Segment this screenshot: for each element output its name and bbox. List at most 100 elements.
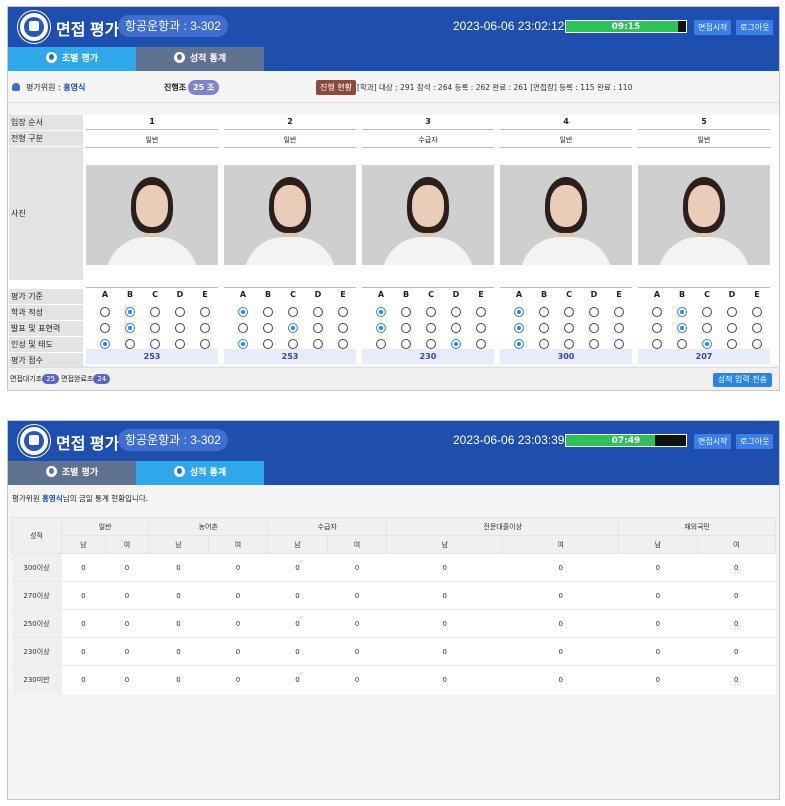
grade-radio[interactable] (338, 323, 348, 333)
grade-radio[interactable] (401, 323, 411, 333)
grade-radio[interactable] (288, 307, 298, 317)
candidate-score: 207 (638, 349, 770, 364)
table-cell: 0 (148, 665, 209, 694)
grade-radio[interactable] (338, 339, 348, 349)
grade-radio[interactable] (313, 323, 323, 333)
grade-radio[interactable] (150, 339, 160, 349)
grade-radio[interactable] (727, 307, 737, 317)
table-row: 230이상 0 0 0 0 0 0 0 0 0 0 (11, 637, 776, 666)
grade-letter: B (126, 290, 134, 299)
grade-radio[interactable] (476, 323, 486, 333)
grade-radio[interactable] (677, 339, 687, 349)
grade-radio[interactable] (376, 307, 386, 317)
grade-radio[interactable] (401, 339, 411, 349)
table-cell: 0 (61, 665, 106, 694)
grade-radio[interactable] (702, 339, 712, 349)
grade-radio[interactable] (702, 323, 712, 333)
grade-radio[interactable] (451, 323, 461, 333)
grade-radio[interactable] (200, 339, 210, 349)
tab-group-evaluation[interactable]: 조별 평가 (8, 461, 136, 485)
grade-radio[interactable] (451, 307, 461, 317)
grade-radio[interactable] (150, 307, 160, 317)
grade-radio[interactable] (100, 307, 110, 317)
grade-radio[interactable] (376, 339, 386, 349)
grade-radio[interactable] (564, 323, 574, 333)
grade-radio[interactable] (200, 307, 210, 317)
start-interview-button[interactable]: 면접시작 (694, 20, 732, 35)
grade-radio[interactable] (100, 323, 110, 333)
logout-button[interactable]: 로그아웃 (736, 20, 774, 35)
grade-radio[interactable] (677, 323, 687, 333)
tab-grade-stats[interactable]: 성적 통계 (136, 47, 264, 71)
grade-radio[interactable] (539, 323, 549, 333)
grade-letter: C (290, 290, 296, 299)
grade-radio[interactable] (727, 339, 737, 349)
grade-radio[interactable] (514, 323, 524, 333)
grade-radio[interactable] (514, 339, 524, 349)
grade-radio[interactable] (263, 323, 273, 333)
logout-button[interactable]: 로그아웃 (736, 434, 774, 449)
grade-radio[interactable] (702, 307, 712, 317)
grade-radio[interactable] (238, 323, 248, 333)
grade-radio[interactable] (589, 339, 599, 349)
grade-radio[interactable] (677, 307, 687, 317)
table-cell: 0 (502, 553, 619, 582)
col-group: 수급자 (267, 517, 388, 536)
table-cell: 0 (502, 665, 619, 694)
grade-radio[interactable] (752, 323, 762, 333)
grade-radio[interactable] (589, 323, 599, 333)
submit-grades-button[interactable]: 성적 입력 전송 (712, 373, 772, 387)
grade-radio[interactable] (614, 323, 624, 333)
grade-radio[interactable] (564, 307, 574, 317)
grade-radio[interactable] (539, 307, 549, 317)
grade-radio[interactable] (125, 323, 135, 333)
table-cell: 0 (502, 581, 619, 610)
grade-radio[interactable] (451, 339, 461, 349)
msg-prefix: 평가위원 (12, 494, 42, 503)
divider (362, 129, 494, 130)
grade-radio[interactable] (125, 339, 135, 349)
start-interview-button[interactable]: 면접시작 (694, 434, 732, 449)
grade-radio[interactable] (175, 339, 185, 349)
grade-radio[interactable] (539, 339, 549, 349)
grade-radio[interactable] (614, 339, 624, 349)
grade-radio[interactable] (752, 307, 762, 317)
grade-radio[interactable] (125, 307, 135, 317)
grade-radio[interactable] (263, 339, 273, 349)
grade-radio[interactable] (288, 339, 298, 349)
grade-radio[interactable] (238, 307, 248, 317)
grade-radio[interactable] (752, 339, 762, 349)
grade-radio[interactable] (338, 307, 348, 317)
grade-radio[interactable] (476, 339, 486, 349)
grade-radio[interactable] (614, 307, 624, 317)
grade-radio[interactable] (238, 339, 248, 349)
grade-radio[interactable] (313, 339, 323, 349)
grade-radio[interactable] (652, 339, 662, 349)
grade-radio[interactable] (514, 307, 524, 317)
table-cell: 0 (327, 637, 387, 666)
grade-radio[interactable] (589, 307, 599, 317)
grade-radio[interactable] (401, 307, 411, 317)
grade-radio[interactable] (288, 323, 298, 333)
grade-radio[interactable] (426, 323, 436, 333)
grade-radio[interactable] (564, 339, 574, 349)
grade-radio[interactable] (426, 307, 436, 317)
grade-radio[interactable] (175, 307, 185, 317)
grade-radio[interactable] (175, 323, 185, 333)
grade-radio[interactable] (263, 307, 273, 317)
tab-group-evaluation[interactable]: 조별 평가 (8, 47, 136, 71)
grade-radio[interactable] (313, 307, 323, 317)
col-male: 남 (148, 535, 209, 554)
grade-radio[interactable] (727, 323, 737, 333)
grade-radio[interactable] (652, 323, 662, 333)
school-logo (18, 11, 50, 43)
grade-radio[interactable] (376, 323, 386, 333)
grade-radio[interactable] (476, 307, 486, 317)
grade-radio[interactable] (426, 339, 436, 349)
grade-radio[interactable] (200, 323, 210, 333)
divider (500, 129, 632, 130)
grade-radio[interactable] (150, 323, 160, 333)
tab-grade-stats[interactable]: 성적 통계 (136, 461, 264, 485)
grade-radio[interactable] (100, 339, 110, 349)
grade-radio[interactable] (652, 307, 662, 317)
